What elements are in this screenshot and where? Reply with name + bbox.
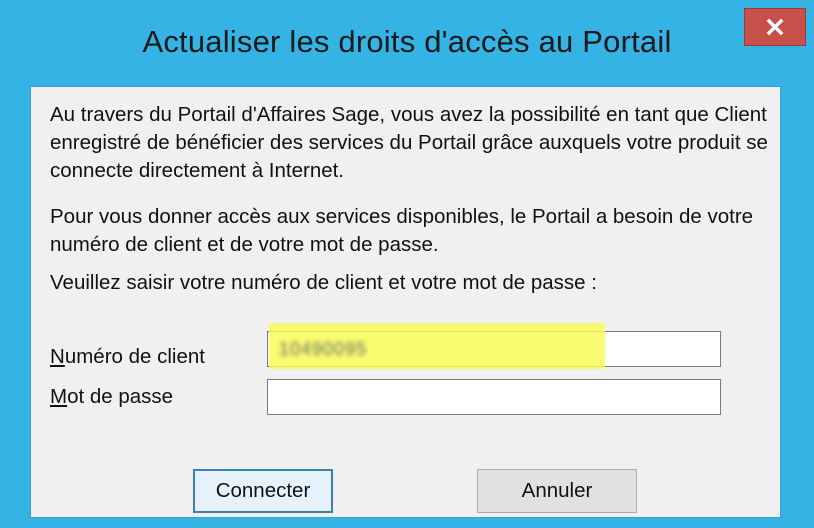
close-button[interactable]	[744, 8, 806, 46]
intro-paragraph: Au travers du Portail d'Affaires Sage, v…	[50, 103, 768, 182]
instruction-paragraph: Veuillez saisir votre numéro de client e…	[50, 271, 597, 294]
password-label: Mot de passe	[50, 385, 173, 409]
client-number-value: 10490095	[279, 339, 368, 359]
cancel-button[interactable]: Annuler	[477, 469, 637, 513]
password-label-text: ot de passe	[67, 385, 174, 408]
title-bar[interactable]: Actualiser les droits d'accès au Portail	[0, 0, 814, 86]
access-paragraph: Pour vous donner accès aux services disp…	[50, 205, 754, 256]
dialog-window: Actualiser les droits d'accès au Portail…	[0, 0, 814, 528]
connect-button[interactable]: Connecter	[193, 469, 333, 513]
password-label-mnemonic: M	[50, 385, 68, 408]
client-number-label: Numéro de client	[50, 345, 205, 369]
client-number-label-mnemonic: N	[50, 345, 65, 368]
close-icon	[766, 18, 784, 36]
password-input[interactable]	[267, 379, 721, 415]
client-number-label-text: uméro de client	[64, 345, 205, 368]
dialog-content: Au travers du Portail d'Affaires Sage, v…	[30, 86, 781, 518]
dialog-title: Actualiser les droits d'accès au Portail	[142, 24, 672, 59]
